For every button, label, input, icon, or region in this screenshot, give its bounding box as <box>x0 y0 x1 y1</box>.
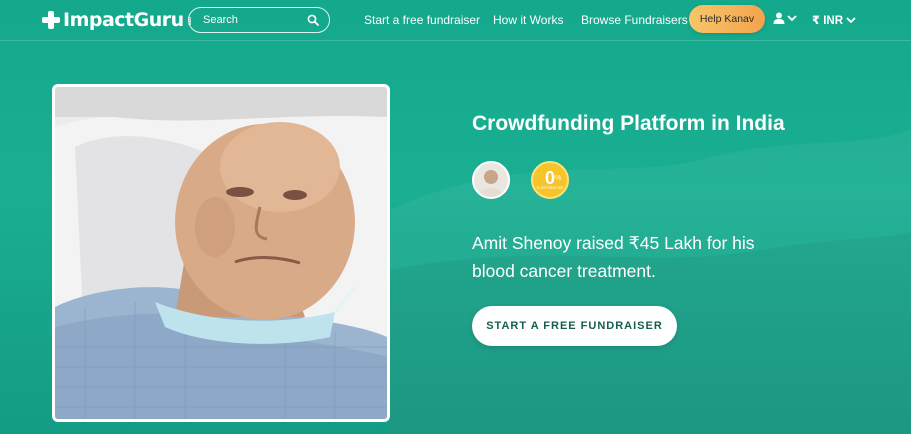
hero-title: Crowdfunding Platform in India <box>472 112 785 135</box>
patient-illustration <box>55 87 387 419</box>
nav-start-fundraiser[interactable]: Start a free fundraiser <box>364 13 480 27</box>
success-story: Amit Shenoy raised ₹45 Lakh for his bloo… <box>472 233 755 281</box>
top-nav: ImpactGuru .com Start a free fundraiser … <box>0 0 911 41</box>
help-kanav-button[interactable]: Help Kanav <box>689 5 765 33</box>
nav-browse-fundraisers[interactable]: Browse Fundraisers <box>581 13 688 27</box>
search-input[interactable] <box>203 14 303 26</box>
plus-logo-icon <box>42 11 60 29</box>
patient-photo <box>52 84 390 422</box>
badge-caption: PLATFORM FEE <box>536 186 564 190</box>
zero-platform-fee-badge: 0 % PLATFORM FEE <box>531 161 569 199</box>
currency-label: ₹ INR <box>812 15 844 27</box>
nav-how-it-works[interactable]: How it Works <box>493 13 563 27</box>
chevron-down-icon <box>787 15 797 22</box>
search-icon[interactable] <box>307 14 319 26</box>
currency-selector[interactable]: ₹ INR <box>812 13 856 27</box>
donor-avatar <box>472 161 510 199</box>
search-box[interactable] <box>188 7 330 33</box>
user-menu[interactable] <box>773 12 797 24</box>
badge-percent: % <box>555 175 562 182</box>
avatar-icon <box>474 163 508 197</box>
impactguru-logo[interactable]: ImpactGuru .com <box>42 8 193 32</box>
user-icon <box>773 12 785 24</box>
logo-text: ImpactGuru <box>63 9 184 31</box>
badge-number: 0 <box>544 168 555 188</box>
start-fundraiser-button[interactable]: START A FREE FUNDRAISER <box>472 306 677 346</box>
chevron-down-icon <box>846 17 856 24</box>
